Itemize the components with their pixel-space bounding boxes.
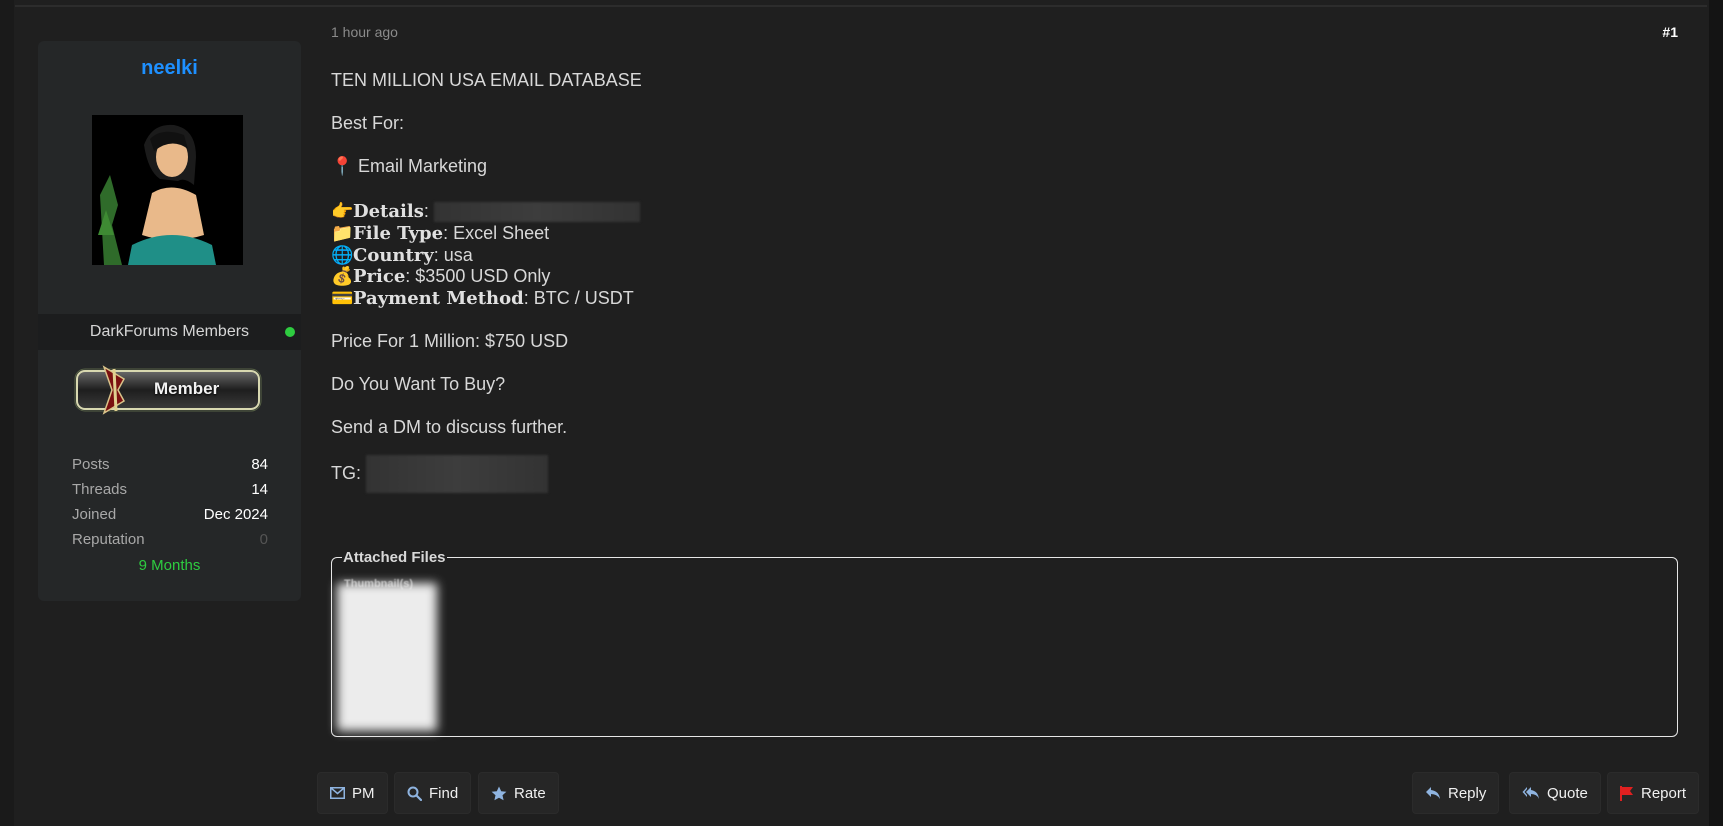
redacted-link[interactable]	[433, 202, 640, 223]
pointing-hand-icon: 👉	[331, 201, 354, 222]
price-value: $3500 USD Only	[415, 266, 551, 286]
best-for-item: 📍 Email Marketing	[331, 156, 487, 177]
file-type-key: File Type	[353, 223, 444, 244]
user-group-label: DarkForums Members	[89, 323, 250, 340]
user-group: DarkForums Members	[38, 314, 301, 350]
best-for-value: Email Marketing	[358, 156, 488, 176]
attached-files: Attached Files Thumbnail(s)	[331, 549, 1678, 737]
report-button[interactable]: Report	[1607, 772, 1700, 814]
price-per-million: Price For 1 Million: $750 USD	[331, 331, 569, 351]
find-button-label: Find	[429, 784, 459, 802]
avatar-image	[92, 115, 243, 265]
telegram-row: TG:	[331, 455, 549, 493]
post-title: TEN MILLION USA EMAIL DATABASE	[331, 70, 642, 90]
stat-reputation: Reputation 0	[72, 531, 268, 556]
online-status-icon	[285, 327, 295, 337]
post-divider	[15, 5, 1707, 7]
stat-value: 14	[251, 481, 268, 498]
stat-label: Posts	[72, 456, 110, 473]
find-button[interactable]: Find	[394, 772, 472, 814]
file-type-value: Excel Sheet	[453, 223, 550, 243]
telegram-label: TG:	[331, 462, 361, 483]
pm-button[interactable]: PM	[317, 772, 388, 814]
contact-cta: Send a DM to discuss further.	[331, 417, 568, 437]
country-row: 🌐Country: usa	[331, 245, 473, 266]
reply-button[interactable]: Reply	[1412, 772, 1500, 814]
left-rail	[0, 0, 14, 826]
rate-button[interactable]: Rate	[478, 772, 559, 814]
country-key: Country	[353, 245, 434, 266]
buy-question: Do You Want To Buy?	[331, 374, 506, 394]
stat-joined: Joined Dec 2024	[72, 506, 268, 531]
payment-value: BTC / USDT	[533, 288, 634, 308]
post-page: neelki DarkForums Members Member Posts 8…	[0, 0, 1723, 826]
credit-card-icon: 💳	[331, 288, 354, 309]
stat-value[interactable]: 0	[260, 531, 268, 548]
attachment-thumbnail[interactable]	[337, 583, 437, 731]
post-number-link[interactable]: #1	[1662, 24, 1678, 40]
quote-button[interactable]: Quote	[1509, 772, 1601, 814]
best-for-label: Best For:	[331, 113, 405, 133]
detail-key: Details	[353, 201, 424, 222]
stat-label: Joined	[72, 506, 117, 523]
user-card: neelki DarkForums Members Member Posts 8…	[38, 41, 301, 601]
detail-row: 👉Details:	[331, 201, 640, 223]
user-stats: Posts 84 Threads 14 Joined Dec 2024 Repu…	[72, 456, 268, 556]
reply-all-icon	[1522, 787, 1539, 799]
envelope-icon	[330, 787, 345, 799]
quote-button-label: Quote	[1547, 784, 1588, 802]
globe-icon: 🌐	[331, 245, 354, 266]
reply-arrow-icon	[1426, 787, 1440, 799]
pm-button-label: PM	[352, 784, 375, 802]
country-value: usa	[443, 245, 473, 265]
rank-label: Member	[154, 379, 220, 398]
rank-badge: Member	[74, 365, 262, 415]
search-icon	[407, 786, 422, 801]
file-type-row: 📁File Type: Excel Sheet	[331, 223, 550, 244]
report-button-label: Report	[1641, 784, 1687, 802]
price-key: Price	[353, 266, 406, 287]
star-icon	[491, 786, 507, 800]
stat-label: Reputation	[72, 531, 145, 548]
payment-key: Payment Method	[353, 288, 524, 309]
right-scrollbar[interactable]	[1709, 0, 1723, 826]
stat-threads: Threads 14	[72, 481, 268, 506]
redacted-telegram-handle[interactable]	[366, 455, 549, 493]
stat-posts: Posts 84	[72, 456, 268, 481]
rate-button-label: Rate	[514, 784, 546, 802]
payment-row: 💳Payment Method: BTC / USDT	[331, 288, 634, 309]
pin-icon: 📍	[331, 156, 354, 177]
avatar[interactable]	[92, 115, 243, 265]
stat-value: 84	[251, 456, 268, 473]
username-link[interactable]: neelki	[38, 57, 301, 80]
money-bag-icon: 💰	[331, 266, 354, 287]
price-row: 💰Price: $3500 USD Only	[331, 266, 551, 287]
flag-icon	[1620, 785, 1633, 801]
folder-icon: 📁	[331, 223, 354, 244]
post-timestamp: 1 hour ago	[331, 24, 398, 40]
stat-label: Threads	[72, 481, 128, 498]
member-tenure: 9 Months	[138, 557, 201, 574]
stat-value: Dec 2024	[203, 506, 268, 523]
reply-button-label: Reply	[1448, 784, 1487, 802]
attached-files-legend: Attached Files	[342, 549, 447, 566]
